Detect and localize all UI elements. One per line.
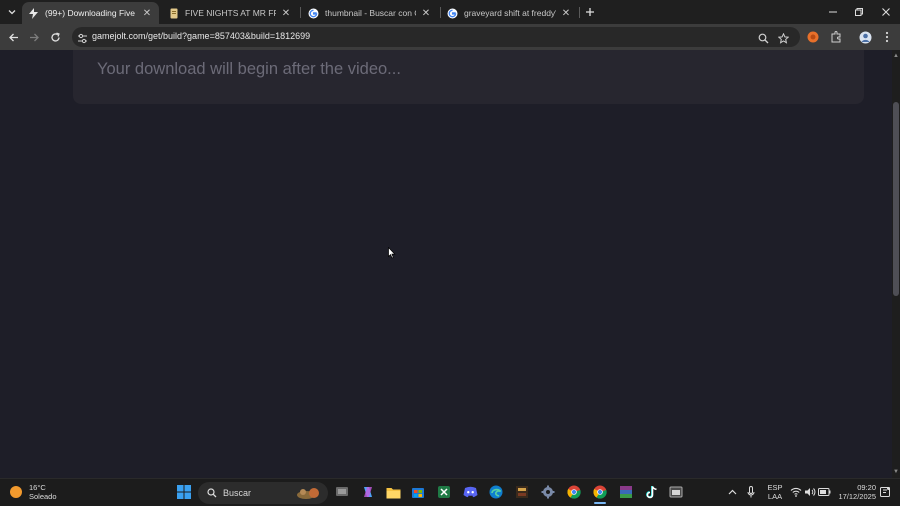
weather-widget[interactable]: 16°C Soleado xyxy=(10,483,57,501)
excel-icon[interactable] xyxy=(436,484,452,500)
url-text: gamejolt.com/get/build?game=857403&build… xyxy=(92,31,311,41)
zoom-icon[interactable] xyxy=(758,31,769,49)
reload-icon xyxy=(50,31,60,42)
extension-badge-icon[interactable] xyxy=(805,29,821,45)
weather-desc: Soleado xyxy=(29,492,57,501)
winrar-icon[interactable] xyxy=(618,484,634,500)
tab-mr-froggy[interactable]: FIVE NIGHTS AT MR FROGGY b ✕ xyxy=(162,2,298,24)
extensions-icon[interactable] xyxy=(828,29,844,45)
browser-toolbar: gamejolt.com/get/build?game=857403&build… xyxy=(0,24,900,50)
notification-icon[interactable] xyxy=(878,484,892,500)
chrome-icon[interactable] xyxy=(566,484,582,500)
plus-icon xyxy=(586,8,594,16)
google-icon xyxy=(447,8,458,19)
tab-separator xyxy=(579,7,580,18)
active-app-indicator xyxy=(594,502,606,504)
close-icon[interactable]: ✕ xyxy=(420,8,432,19)
tab-thumbnail-search[interactable]: thumbnail - Buscar con Google ✕ xyxy=(302,2,438,24)
battery-icon[interactable] xyxy=(817,484,831,500)
gamejolt-icon xyxy=(28,7,39,19)
store-icon[interactable] xyxy=(410,484,426,500)
game-app-icon[interactable] xyxy=(514,484,530,500)
edge-icon[interactable] xyxy=(488,484,504,500)
language-code: ESP xyxy=(767,483,783,492)
search-label: Buscar xyxy=(223,488,252,498)
show-hidden-icons[interactable] xyxy=(726,484,738,500)
chevron-up-icon xyxy=(728,489,736,495)
copilot-icon[interactable] xyxy=(360,484,376,500)
windows-start-icon[interactable] xyxy=(176,484,192,500)
weather-temp: 16°C xyxy=(29,483,46,492)
google-icon xyxy=(308,8,319,19)
scroll-up-arrow[interactable]: ▲ xyxy=(892,52,900,60)
sun-icon xyxy=(10,486,22,498)
microphone-icon[interactable] xyxy=(745,484,757,500)
tab-strip: (99+) Downloading Five Nights ✕ FIVE NIG… xyxy=(0,0,900,24)
tab-gamejolt[interactable]: (99+) Downloading Five Nights ✕ xyxy=(22,2,159,24)
new-tab-button[interactable] xyxy=(582,4,598,20)
arrow-right-icon xyxy=(29,33,39,41)
volume-icon[interactable] xyxy=(803,484,817,500)
tiktok-icon[interactable] xyxy=(643,484,659,500)
page-content: Your download will begin after the video… xyxy=(0,50,892,478)
arrow-left-icon xyxy=(8,33,18,41)
tab-title: FIVE NIGHTS AT MR FROGGY b xyxy=(185,8,276,18)
chrome-active-icon[interactable] xyxy=(592,484,608,500)
document-icon xyxy=(168,8,179,19)
file-explorer-icon[interactable] xyxy=(385,484,401,500)
tab-title: (99+) Downloading Five Nights xyxy=(45,8,137,18)
taskbar-search[interactable]: Buscar xyxy=(198,482,328,504)
restore-button[interactable] xyxy=(845,0,873,24)
menu-icon[interactable] xyxy=(879,29,895,45)
scrollbar[interactable]: ▲ ▼ xyxy=(892,50,900,478)
close-window-button[interactable] xyxy=(872,0,900,24)
tab-search-button[interactable] xyxy=(4,4,20,20)
reload-button[interactable] xyxy=(47,29,63,45)
tab-title: thumbnail - Buscar con Google xyxy=(325,8,416,18)
tab-separator xyxy=(300,7,301,18)
site-info-icon[interactable] xyxy=(77,31,88,49)
star-icon[interactable] xyxy=(777,31,790,49)
language-indicator[interactable]: ESP LAA xyxy=(764,483,786,501)
back-button[interactable] xyxy=(5,29,21,45)
wifi-icon[interactable] xyxy=(789,484,803,500)
minimize-icon xyxy=(829,11,837,13)
search-icon xyxy=(207,488,217,498)
close-icon[interactable]: ✕ xyxy=(280,8,292,19)
restore-icon xyxy=(855,8,863,16)
clock-time: 09:20 xyxy=(857,483,876,492)
mouse-cursor-icon xyxy=(388,246,396,264)
settings-gear-icon[interactable] xyxy=(540,484,556,500)
close-icon[interactable]: ✕ xyxy=(560,8,572,19)
task-view-icon[interactable] xyxy=(334,484,350,500)
close-icon[interactable]: ✕ xyxy=(141,8,153,19)
keyboard-layout: LAA xyxy=(767,492,783,501)
discord-icon[interactable] xyxy=(462,484,478,500)
system-clock[interactable]: 09:20 17/12/2025 xyxy=(834,483,876,501)
app-window-icon[interactable] xyxy=(668,484,684,500)
scrollbar-thumb[interactable] xyxy=(893,102,899,296)
forward-button[interactable] xyxy=(26,29,42,45)
minimize-button[interactable] xyxy=(819,0,847,24)
windows-taskbar: 16°C Soleado Buscar ESP LAA 09:20 17/12/… xyxy=(0,478,900,506)
close-icon xyxy=(882,8,890,16)
search-highlight-icon xyxy=(296,486,324,505)
chevron-down-icon xyxy=(8,10,16,15)
clock-date: 17/12/2025 xyxy=(838,492,876,501)
tab-title: graveyard shift at freddy's - Bu xyxy=(464,8,556,18)
download-message: Your download will begin after the video… xyxy=(97,60,401,78)
download-notice-card: Your download will begin after the video… xyxy=(73,50,864,104)
address-bar[interactable]: gamejolt.com/get/build?game=857403&build… xyxy=(72,27,800,47)
profile-avatar-icon[interactable] xyxy=(857,29,873,45)
tab-graveyard-shift-search[interactable]: graveyard shift at freddy's - Bu ✕ xyxy=(441,2,578,24)
scroll-down-arrow[interactable]: ▼ xyxy=(892,468,900,476)
